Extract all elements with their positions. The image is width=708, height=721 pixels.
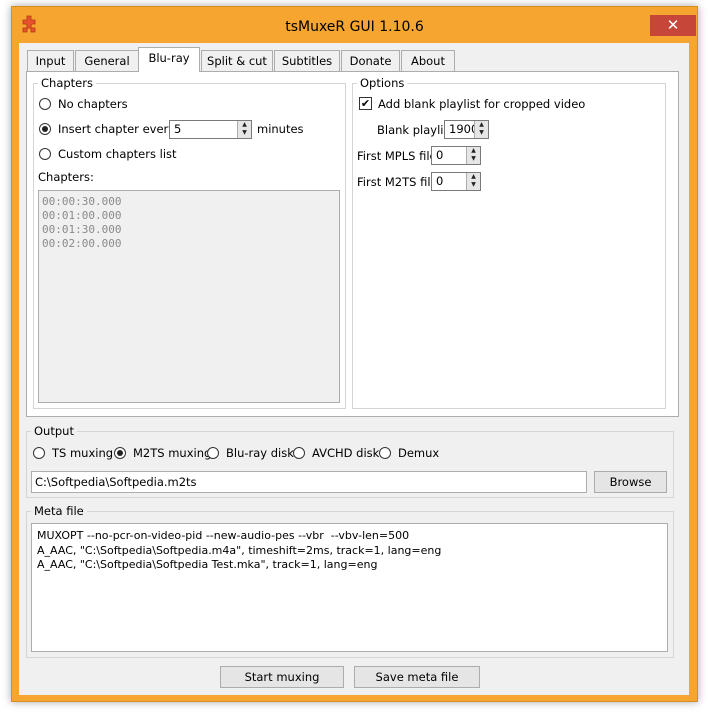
chapters-list-label: Chapters: — [38, 170, 94, 184]
first-m2ts-value: 0 — [436, 174, 444, 188]
output-group-title: Output — [31, 424, 77, 438]
insert-chapter-radio[interactable] — [39, 123, 51, 135]
tab-input[interactable]: Input — [27, 50, 74, 71]
output-path-input[interactable]: C:\Softpedia\Softpedia.m2ts — [31, 471, 587, 493]
avchd-disk-label[interactable]: AVCHD disk — [312, 446, 379, 460]
list-item[interactable]: 00:02:00.000 — [42, 237, 336, 251]
blu-ray-disk-label[interactable]: Blu-ray disk — [226, 446, 294, 460]
tab-general[interactable]: General — [75, 50, 139, 71]
options-group-title: Options — [357, 76, 408, 90]
m2ts-muxing-label[interactable]: M2TS muxing — [133, 446, 211, 460]
custom-chapters-radio[interactable] — [39, 148, 51, 160]
ts-muxing-radio[interactable] — [33, 447, 45, 459]
spin-down-icon[interactable]: ▼ — [466, 155, 480, 164]
spin-up-icon[interactable]: ▲ — [474, 121, 488, 129]
checkmark-icon: ✔ — [360, 97, 371, 110]
spin-down-icon[interactable]: ▼ — [474, 129, 488, 138]
spin-down-icon[interactable]: ▼ — [237, 129, 251, 138]
meta-file-textarea[interactable]: MUXOPT --no-pcr-on-video-pid --new-audio… — [31, 523, 668, 652]
close-icon: ✕ — [666, 16, 680, 34]
chapter-interval-value: 5 — [174, 122, 182, 136]
tab-subtitles[interactable]: Subtitles — [274, 50, 340, 71]
custom-chapters-label[interactable]: Custom chapters list — [58, 147, 177, 161]
first-mpls-spinbox[interactable]: 0 ▲ ▼ — [431, 146, 481, 165]
minutes-label: minutes — [257, 122, 304, 136]
tab-donate[interactable]: Donate — [341, 50, 400, 71]
spin-up-icon[interactable]: ▲ — [466, 173, 480, 181]
spin-down-icon[interactable]: ▼ — [466, 181, 480, 190]
meta-file-group-title: Meta file — [31, 504, 87, 518]
list-item[interactable]: 00:01:30.000 — [42, 223, 336, 237]
start-muxing-button[interactable]: Start muxing — [220, 666, 344, 688]
tab-about[interactable]: About — [401, 50, 455, 71]
chapters-list[interactable]: 00:00:30.000 00:01:00.000 00:01:30.000 0… — [38, 190, 340, 403]
add-blank-playlist-label[interactable]: Add blank playlist for cropped video — [378, 97, 585, 111]
list-item[interactable]: 00:01:00.000 — [42, 209, 336, 223]
blank-playlist-spinbox[interactable]: 1900 ▲ ▼ — [444, 120, 489, 139]
close-button[interactable]: ✕ — [650, 15, 696, 36]
m2ts-muxing-radio[interactable] — [114, 447, 126, 459]
first-mpls-label: First MPLS file — [357, 149, 437, 163]
insert-chapter-label[interactable]: Insert chapter every — [58, 122, 175, 136]
save-meta-file-button[interactable]: Save meta file — [354, 666, 480, 688]
first-mpls-value: 0 — [436, 148, 444, 162]
ts-muxing-label[interactable]: TS muxing — [52, 446, 113, 460]
chapters-group-title: Chapters — [38, 76, 96, 90]
no-chapters-radio[interactable] — [39, 98, 51, 110]
spin-up-icon[interactable]: ▲ — [466, 147, 480, 155]
avchd-disk-radio[interactable] — [293, 447, 305, 459]
demux-label[interactable]: Demux — [398, 446, 439, 460]
tab-blu-ray[interactable]: Blu-ray — [138, 47, 200, 72]
list-item[interactable]: 00:00:30.000 — [42, 195, 336, 209]
window-title: tsMuxeR GUI 1.10.6 — [285, 19, 424, 35]
spin-up-icon[interactable]: ▲ — [237, 121, 251, 129]
no-chapters-label[interactable]: No chapters — [58, 97, 128, 111]
first-m2ts-spinbox[interactable]: 0 ▲ ▼ — [431, 172, 481, 191]
browse-button[interactable]: Browse — [594, 471, 667, 493]
blank-playlist-label: Blank playlist — [377, 123, 454, 137]
demux-radio[interactable] — [379, 447, 391, 459]
title-bar[interactable]: tsMuxeR GUI 1.10.6 ✕ — [12, 7, 697, 43]
tab-split-cut[interactable]: Split & cut — [201, 50, 273, 71]
chapter-interval-spinbox[interactable]: 5 ▲ ▼ — [169, 120, 252, 139]
blu-ray-disk-radio[interactable] — [207, 447, 219, 459]
add-blank-playlist-checkbox[interactable]: ✔ — [359, 97, 372, 110]
first-m2ts-label: First M2TS file — [357, 175, 438, 189]
